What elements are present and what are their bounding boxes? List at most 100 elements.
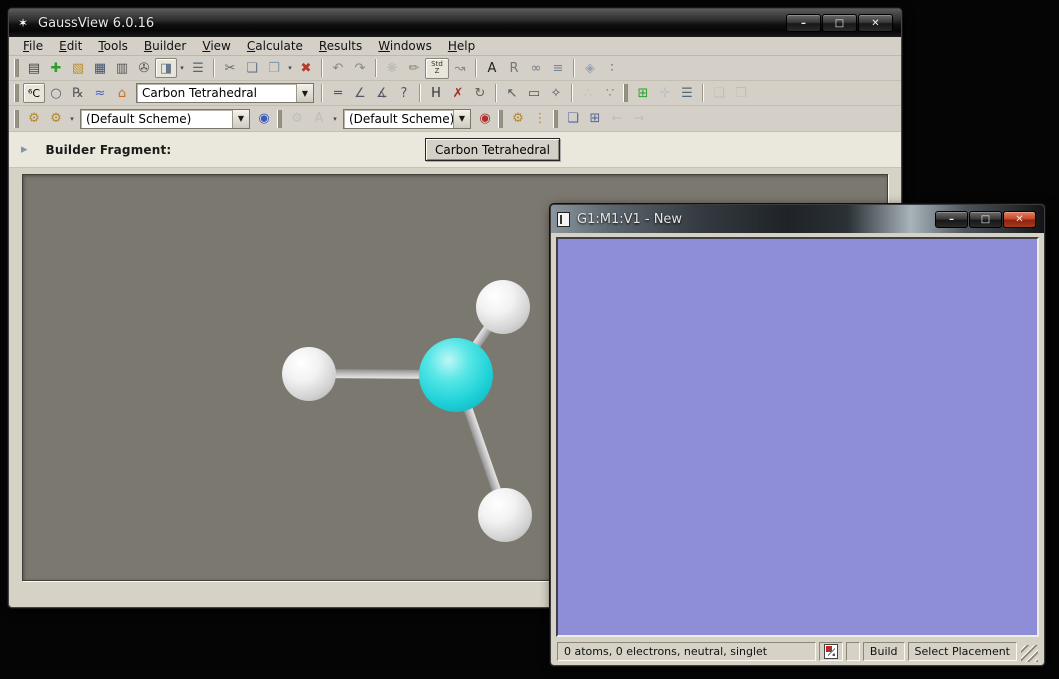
minimize-button[interactable]: – bbox=[786, 14, 821, 32]
gear-disabled-icon[interactable]: ⚙ bbox=[286, 109, 308, 129]
paste-icon[interactable]: ❐ bbox=[263, 58, 285, 78]
item-list-icon[interactable]: ☰ bbox=[187, 58, 209, 78]
traffic-light-icon[interactable]: ⋮ bbox=[529, 109, 551, 129]
font-scheme-dropdown-icon[interactable]: ▾ bbox=[330, 109, 340, 129]
bond-tool-icon[interactable]: ═ bbox=[327, 83, 349, 103]
toolbar-grip[interactable] bbox=[14, 110, 19, 128]
toolbar-grip[interactable] bbox=[14, 59, 19, 77]
fragment-placement-icon[interactable] bbox=[824, 644, 838, 659]
current-fragment-button[interactable]: Carbon Tetrahedral bbox=[425, 138, 560, 161]
placement-indicator-panel[interactable] bbox=[819, 642, 843, 661]
cascade-windows-icon[interactable]: ❏ bbox=[562, 109, 584, 129]
display-format-icon[interactable]: ⚙ bbox=[23, 109, 45, 129]
toolbar-grip[interactable] bbox=[623, 84, 628, 102]
undo-icon[interactable]: ↶ bbox=[327, 58, 349, 78]
ring-fragment-icon[interactable]: ○ bbox=[45, 83, 67, 103]
molecule-group-list-icon[interactable]: ☰ bbox=[676, 83, 698, 103]
add-hydrogens-icon[interactable]: H bbox=[425, 83, 447, 103]
menu-tools[interactable]: Tools bbox=[92, 38, 134, 54]
copy-icon[interactable]: ❏ bbox=[241, 58, 263, 78]
atom-hydrogen-3[interactable] bbox=[478, 488, 532, 542]
toolbar-grip[interactable] bbox=[14, 84, 19, 102]
select-tool-icon[interactable]: ↖ bbox=[501, 83, 523, 103]
close-button[interactable]: ✕ bbox=[1003, 211, 1036, 228]
menu-results[interactable]: Results bbox=[313, 38, 368, 54]
maximize-button[interactable]: □ bbox=[822, 14, 857, 32]
atom-hydrogen-2[interactable] bbox=[476, 280, 530, 334]
toolbar-grip[interactable] bbox=[553, 110, 558, 128]
display-scheme-combo[interactable]: (Default Scheme) ▼ bbox=[80, 109, 250, 129]
pbc-link-icon[interactable]: ∞ bbox=[525, 58, 547, 78]
scheme-menu-icon[interactable]: ⚙ bbox=[45, 109, 67, 129]
close-button[interactable]: ✕ bbox=[858, 14, 893, 32]
combo-arrow-icon[interactable]: ▼ bbox=[453, 110, 470, 128]
menu-edit[interactable]: Edit bbox=[53, 38, 88, 54]
preferences-gear-icon[interactable]: ⚙ bbox=[507, 109, 529, 129]
minimize-button[interactable]: – bbox=[935, 211, 968, 228]
menu-help[interactable]: Help bbox=[442, 38, 481, 54]
copy-group-icon[interactable]: ❏ bbox=[708, 83, 730, 103]
delete-icon[interactable]: ✖ bbox=[295, 58, 317, 78]
inquire-tool-icon[interactable]: ? bbox=[393, 83, 415, 103]
dihedral-tool-icon[interactable]: ∡ bbox=[371, 83, 393, 103]
save-file-icon[interactable]: ▦ bbox=[89, 58, 111, 78]
r-group-fragment-icon[interactable]: ℞ bbox=[67, 83, 89, 103]
menu-builder[interactable]: Builder bbox=[138, 38, 192, 54]
redo-icon[interactable]: ↷ bbox=[349, 58, 371, 78]
red-sphere-doc-icon[interactable]: ◉ bbox=[474, 109, 496, 129]
biofragment-icon[interactable]: ≈ bbox=[89, 83, 111, 103]
print-icon[interactable]: ▥ bbox=[111, 58, 133, 78]
menu-view[interactable]: View bbox=[196, 38, 236, 54]
view-window-titlebar[interactable]: G1:M1:V1 - New – □ ✕ bbox=[551, 205, 1044, 233]
scheme-menu-dropdown-icon[interactable]: ▾ bbox=[67, 109, 77, 129]
expander-icon[interactable]: ▸ bbox=[21, 142, 28, 157]
menu-file[interactable]: File bbox=[17, 38, 49, 54]
select-all-atoms-icon[interactable]: ∵ bbox=[599, 83, 621, 103]
paste-dropdown-icon[interactable]: ▾ bbox=[285, 58, 295, 78]
open-file-icon[interactable]: ▧ bbox=[67, 58, 89, 78]
paste-group-icon[interactable]: ❐ bbox=[730, 83, 752, 103]
menu-calculate[interactable]: Calculate bbox=[241, 38, 309, 54]
save-movie-icon[interactable]: ◨ bbox=[155, 58, 177, 78]
add-fragment-icon[interactable]: ✚ bbox=[45, 58, 67, 78]
angle-tool-icon[interactable]: ∠ bbox=[349, 83, 371, 103]
font-scheme-icon[interactable]: A bbox=[308, 109, 330, 129]
bond-pair-icon[interactable]: ∶ bbox=[601, 58, 623, 78]
back-icon[interactable]: ← bbox=[606, 109, 628, 129]
forward-icon[interactable]: → bbox=[628, 109, 650, 129]
toolbar-grip[interactable] bbox=[498, 110, 503, 128]
save-movie-dropdown-icon[interactable]: ▾ bbox=[177, 58, 187, 78]
custom-fragment-icon[interactable]: ⌂ bbox=[111, 83, 133, 103]
add-molecule-group-icon[interactable]: ⊞ bbox=[632, 83, 654, 103]
molecule-canvas[interactable] bbox=[556, 237, 1039, 637]
toolbar-grip[interactable] bbox=[277, 110, 282, 128]
atom-labels-icon[interactable]: A bbox=[481, 58, 503, 78]
label-scheme-combo[interactable]: (Default Scheme) ▼ bbox=[343, 109, 471, 129]
symmetrize-icon[interactable]: ↝ bbox=[449, 58, 471, 78]
capture-image-icon[interactable]: ✇ bbox=[133, 58, 155, 78]
maximize-button[interactable]: □ bbox=[969, 211, 1002, 228]
resize-grip[interactable] bbox=[1021, 645, 1038, 662]
crystal-view-icon[interactable]: ◈ bbox=[579, 58, 601, 78]
atom-carbon[interactable] bbox=[419, 338, 493, 412]
main-titlebar[interactable]: ✶ GaussView 6.0.16 – □ ✕ bbox=[9, 9, 901, 37]
layers-icon[interactable]: ≡ bbox=[547, 58, 569, 78]
delete-atom-icon[interactable]: ✗ bbox=[447, 83, 469, 103]
clean-structure-icon[interactable]: ✏ bbox=[403, 58, 425, 78]
rebond-icon[interactable]: ❋ bbox=[381, 58, 403, 78]
new-file-icon[interactable]: ▤ bbox=[23, 58, 45, 78]
tile-windows-icon[interactable]: ⊞ bbox=[584, 109, 606, 129]
standard-orientation-button[interactable]: Std Z bbox=[425, 58, 449, 79]
refresh-view-icon[interactable]: ✛ bbox=[654, 83, 676, 103]
atom-groups-icon[interactable]: R bbox=[503, 58, 525, 78]
combo-arrow-icon[interactable]: ▼ bbox=[232, 110, 249, 128]
menu-windows[interactable]: Windows bbox=[372, 38, 438, 54]
adjust-bonds-icon[interactable]: ↻ bbox=[469, 83, 491, 103]
atom-hydrogen-1[interactable] bbox=[282, 347, 336, 401]
blue-sphere-doc-icon[interactable]: ◉ bbox=[253, 109, 275, 129]
unselect-atoms-icon[interactable]: ∴ bbox=[577, 83, 599, 103]
combo-arrow-icon[interactable]: ▼ bbox=[296, 84, 313, 102]
fragment-combo[interactable]: Carbon Tetrahedral ▼ bbox=[136, 83, 314, 103]
cut-icon[interactable]: ✂ bbox=[219, 58, 241, 78]
marquee-select-icon[interactable]: ▭ bbox=[523, 83, 545, 103]
